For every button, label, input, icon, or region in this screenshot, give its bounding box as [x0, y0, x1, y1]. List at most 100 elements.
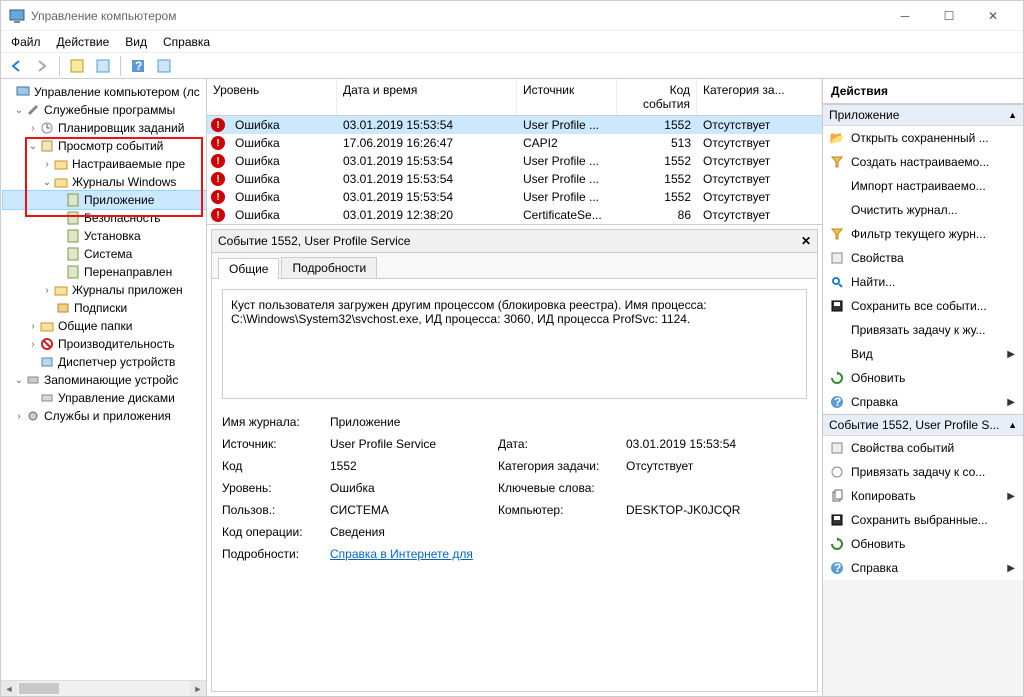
action-attach-task[interactable]: Привязать задачу к жу...	[823, 318, 1023, 342]
event-row[interactable]: Ошибка03.01.2019 15:53:54User Profile ..…	[207, 170, 822, 188]
tree-performance[interactable]: ›Производительность	[3, 335, 206, 353]
properties-button[interactable]	[92, 55, 114, 77]
open-icon: 📂	[829, 130, 845, 146]
services-icon	[25, 408, 41, 424]
grid-header[interactable]: Уровень Дата и время Источник Код событи…	[207, 79, 822, 116]
window-title: Управление компьютером	[31, 9, 883, 23]
forward-button[interactable]	[31, 55, 53, 77]
log-icon	[65, 210, 81, 226]
tree-root[interactable]: Управление компьютером (лс	[3, 83, 206, 101]
actions-section-event[interactable]: Событие 1552, User Profile S...▲	[823, 414, 1023, 436]
tree-task-scheduler[interactable]: ›Планировщик заданий	[3, 119, 206, 137]
action-open-saved-log[interactable]: 📂Открыть сохраненный ...	[823, 126, 1023, 150]
tree-disk-management[interactable]: Управление дисками	[3, 389, 206, 407]
menu-help[interactable]: Справка	[163, 35, 210, 49]
tree-system-log[interactable]: Система	[3, 245, 206, 263]
tree-services-apps[interactable]: ›Службы и приложения	[3, 407, 206, 425]
col-datetime[interactable]: Дата и время	[337, 79, 517, 115]
properties-icon	[829, 440, 845, 456]
event-row[interactable]: Ошибка03.01.2019 15:53:54User Profile ..…	[207, 116, 822, 134]
disk-icon	[39, 390, 55, 406]
error-icon	[211, 190, 225, 204]
tree-horizontal-scrollbar[interactable]: ◄►	[1, 680, 206, 696]
log-icon	[65, 228, 81, 244]
action-event-properties[interactable]: Свойства событий	[823, 436, 1023, 460]
close-button[interactable]: ✕	[971, 2, 1015, 30]
event-row[interactable]: Ошибка03.01.2019 15:53:54User Profile ..…	[207, 188, 822, 206]
event-row[interactable]: Ошибка03.01.2019 12:38:20CertificateSe..…	[207, 206, 822, 224]
action-save-selected[interactable]: Сохранить выбранные...	[823, 508, 1023, 532]
col-category[interactable]: Категория за...	[697, 79, 822, 115]
tree-subscriptions[interactable]: Подписки	[3, 299, 206, 317]
svg-text:?: ?	[834, 395, 841, 409]
tab-details[interactable]: Подробности	[281, 257, 377, 278]
tree-storage[interactable]: ⌄Запоминающие устройс	[3, 371, 206, 389]
action-refresh-event[interactable]: Обновить	[823, 532, 1023, 556]
actions-section-app[interactable]: Приложение▲	[823, 104, 1023, 126]
refresh-icon	[829, 370, 845, 386]
tree-event-viewer[interactable]: ⌄Просмотр событий	[3, 137, 206, 155]
actions-header: Действия	[823, 79, 1023, 104]
tree-security-log[interactable]: Безопасность	[3, 209, 206, 227]
action-find[interactable]: Найти...	[823, 270, 1023, 294]
tree-setup-log[interactable]: Установка	[3, 227, 206, 245]
menu-action[interactable]: Действие	[57, 35, 110, 49]
refresh-toolbar-button[interactable]	[153, 55, 175, 77]
tree-application-log[interactable]: Приложение	[3, 191, 206, 209]
navigation-tree[interactable]: Управление компьютером (лс ⌄Служебные пр…	[1, 79, 207, 696]
tree-custom-views[interactable]: ›Настраиваемые пре	[3, 155, 206, 173]
log-icon	[65, 246, 81, 262]
maximize-button[interactable]: ☐	[927, 2, 971, 30]
tree-system-tools[interactable]: ⌄Служебные программы	[3, 101, 206, 119]
col-level[interactable]: Уровень	[207, 79, 337, 115]
online-help-link[interactable]: Справка в Интернете для	[330, 547, 473, 561]
filter-icon	[829, 226, 845, 242]
menu-file[interactable]: Файл	[11, 35, 41, 49]
action-view-submenu[interactable]: Вид▶	[823, 342, 1023, 366]
event-row[interactable]: Ошибка03.01.2019 15:53:54User Profile ..…	[207, 152, 822, 170]
detail-header: Событие 1552, User Profile Service ✕	[212, 230, 817, 253]
help-icon: ?	[829, 560, 845, 576]
event-list-pane: Уровень Дата и время Источник Код событи…	[207, 79, 823, 696]
action-copy[interactable]: Копировать▶	[823, 484, 1023, 508]
event-row[interactable]: Ошибка17.06.2019 16:26:47CAPI2513Отсутст…	[207, 134, 822, 152]
action-properties[interactable]: Свойства	[823, 246, 1023, 270]
error-icon	[211, 172, 225, 186]
find-icon	[829, 274, 845, 290]
tree-device-manager[interactable]: Диспетчер устройств	[3, 353, 206, 371]
shared-folder-icon	[39, 318, 55, 334]
action-filter-log[interactable]: Фильтр текущего журн...	[823, 222, 1023, 246]
help-icon: ?	[829, 394, 845, 410]
grid-body: Ошибка03.01.2019 15:53:54User Profile ..…	[207, 116, 822, 224]
titlebar: Управление компьютером ─ ☐ ✕	[1, 1, 1023, 31]
action-save-all-events[interactable]: Сохранить все событи...	[823, 294, 1023, 318]
tree-app-logs[interactable]: ›Журналы приложен	[3, 281, 206, 299]
action-import-custom-view[interactable]: Импорт настраиваемо...	[823, 174, 1023, 198]
event-grid[interactable]: Уровень Дата и время Источник Код событи…	[207, 79, 822, 225]
action-clear-log[interactable]: Очистить журнал...	[823, 198, 1023, 222]
clock-icon	[39, 120, 55, 136]
action-attach-task-event[interactable]: Привязать задачу к со...	[823, 460, 1023, 484]
event-viewer-icon	[39, 138, 55, 154]
tree-forwarded-log[interactable]: Перенаправлен	[3, 263, 206, 281]
action-create-custom-view[interactable]: Создать настраиваемо...	[823, 150, 1023, 174]
help-toolbar-button[interactable]: ?	[127, 55, 149, 77]
back-button[interactable]	[5, 55, 27, 77]
col-source[interactable]: Источник	[517, 79, 617, 115]
log-icon	[65, 192, 81, 208]
collapse-icon: ▲	[1008, 420, 1017, 430]
detail-close-button[interactable]: ✕	[801, 234, 811, 248]
col-eventid[interactable]: Код события	[617, 79, 697, 115]
action-help[interactable]: ?Справка▶	[823, 390, 1023, 414]
computer-icon	[15, 84, 31, 100]
action-refresh[interactable]: Обновить	[823, 366, 1023, 390]
computer-management-window: Управление компьютером ─ ☐ ✕ Файл Действ…	[0, 0, 1024, 697]
menu-view[interactable]: Вид	[125, 35, 147, 49]
show-hide-tree-button[interactable]	[66, 55, 88, 77]
action-help-event[interactable]: ?Справка▶	[823, 556, 1023, 580]
minimize-button[interactable]: ─	[883, 2, 927, 30]
tree-windows-logs[interactable]: ⌄Журналы Windows	[3, 173, 206, 191]
device-icon	[39, 354, 55, 370]
tab-general[interactable]: Общие	[218, 258, 279, 279]
tree-shared-folders[interactable]: ›Общие папки	[3, 317, 206, 335]
